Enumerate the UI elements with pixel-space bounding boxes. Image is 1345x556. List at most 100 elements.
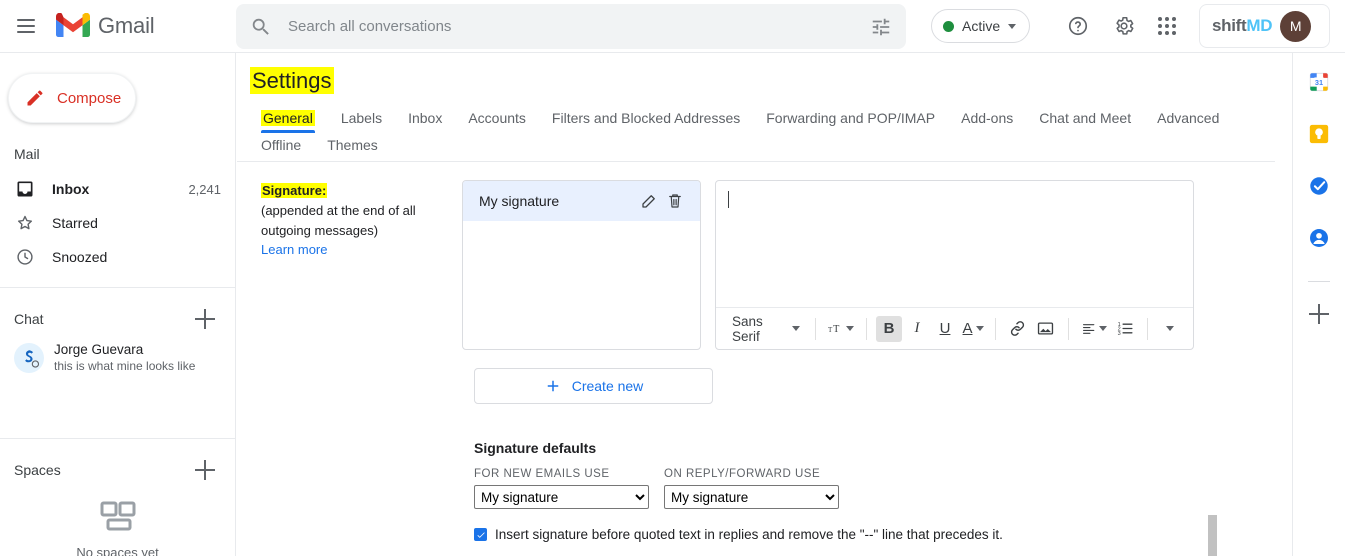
tab-themes[interactable]: Themes: [314, 133, 391, 161]
new-emails-caption: FOR NEW EMAILS USE: [474, 468, 610, 481]
tab-inbox[interactable]: Inbox: [395, 104, 455, 133]
vertical-scrollbar[interactable]: [1208, 515, 1217, 556]
chevron-down-icon: [846, 326, 855, 332]
inbox-count: 2,241: [188, 181, 221, 197]
create-new-signature-button[interactable]: Create new: [474, 368, 713, 405]
signature-editor-area: My signature Sans Serif T T B I U A 1 2 …: [462, 180, 1194, 351]
sidebar-divider-1: [0, 287, 235, 288]
align-button[interactable]: [1078, 316, 1110, 342]
tab-add-ons[interactable]: Add-ons: [948, 104, 1026, 133]
compose-label: Compose: [57, 89, 122, 107]
numbered-list-icon: 1 2 3: [1117, 322, 1133, 337]
settings-content: Signature: (appended at the end of all o…: [237, 162, 1275, 542]
image-icon: [1038, 322, 1054, 335]
google-tasks-icon[interactable]: [1308, 175, 1330, 197]
italic-label: I: [914, 320, 920, 337]
insert-image-button[interactable]: [1033, 316, 1059, 342]
text-color-label: A: [962, 320, 973, 338]
signature-editor-box: Sans Serif T T B I U A 1 2 3: [715, 180, 1194, 351]
tab-filters-and-blocked-addresses[interactable]: Filters and Blocked Addresses: [539, 104, 753, 133]
delete-signature-button[interactable]: [662, 188, 688, 214]
new-emails-signature-select[interactable]: My signature: [474, 485, 649, 510]
google-keep-icon[interactable]: [1308, 123, 1330, 145]
reply-forward-column: ON REPLY/FORWARD USE My signature: [664, 468, 839, 510]
top-bar: Gmail Active: [0, 0, 1345, 52]
tab-labels[interactable]: Labels: [328, 104, 395, 133]
text-cursor: [728, 191, 729, 209]
tab-offline[interactable]: Offline: [250, 133, 314, 161]
google-apps-button[interactable]: [1151, 10, 1183, 42]
signature-defaults-section: Signature defaults FOR NEW EMAILS USE My…: [474, 440, 1262, 542]
more-options-icon: [1165, 326, 1174, 332]
tab-chat-and-meet[interactable]: Chat and Meet: [1026, 104, 1144, 133]
svg-text:3: 3: [1117, 331, 1120, 337]
toolbar-separator: [866, 317, 867, 340]
tab-advanced[interactable]: Advanced: [1144, 104, 1232, 133]
toolbar-separator: [1147, 317, 1148, 340]
sidebar-item-starred[interactable]: Starred: [0, 207, 235, 239]
google-calendar-icon[interactable]: 31: [1308, 71, 1330, 93]
numbered-list-button[interactable]: 1 2 3: [1112, 316, 1138, 342]
settings-tabs: General Labels Inbox Accounts Filters an…: [237, 104, 1275, 163]
more-formatting-options-button[interactable]: [1157, 316, 1183, 342]
avatar[interactable]: M: [1280, 10, 1312, 42]
edit-signature-button[interactable]: [636, 188, 662, 214]
inbox-icon: [14, 179, 36, 199]
chat-avatar: [14, 342, 44, 373]
chevron-down-icon: [1099, 326, 1108, 332]
search-input[interactable]: [286, 17, 870, 36]
search-bar[interactable]: [236, 4, 906, 49]
shiftmd-wordmark: shiftMD: [1212, 16, 1273, 36]
tab-accounts[interactable]: Accounts: [455, 104, 539, 133]
sidebar-item-snoozed[interactable]: Snoozed: [0, 241, 235, 273]
signature-label: Signature:: [261, 183, 328, 199]
chevron-down-icon: [791, 326, 800, 332]
status-indicator-dot: [943, 20, 954, 32]
add-chat-button[interactable]: [195, 309, 215, 329]
compose-button[interactable]: Compose: [8, 73, 136, 123]
main-menu-icon[interactable]: [6, 6, 46, 46]
tune-icon[interactable]: [870, 16, 892, 38]
insert-link-button[interactable]: [1005, 316, 1031, 342]
link-icon: [1011, 321, 1025, 337]
chat-contact-name: Jorge Guevara: [54, 342, 144, 357]
learn-more-link[interactable]: Learn more: [261, 242, 327, 257]
tab-general[interactable]: General: [250, 104, 328, 134]
text-color-button[interactable]: A: [960, 316, 986, 342]
clock-icon: [14, 247, 36, 267]
gmail-brand[interactable]: Gmail: [56, 12, 155, 39]
sidebar-item-inbox[interactable]: Inbox 2,241: [0, 173, 235, 205]
spaces-empty-icon: [100, 501, 135, 531]
page-title-wrap: Settings: [237, 53, 1275, 95]
insert-signature-checkbox[interactable]: [474, 528, 487, 542]
svg-text:T: T: [833, 324, 840, 335]
font-size-button[interactable]: T T: [825, 316, 857, 342]
gmail-logo-text: Gmail: [98, 13, 155, 38]
wordmark-first: shift: [1212, 16, 1247, 35]
chevron-down-icon: [1008, 23, 1017, 29]
font-family-dropdown[interactable]: Sans Serif: [726, 310, 806, 348]
status-dropdown[interactable]: Active: [931, 9, 1031, 43]
signature-list-item[interactable]: My signature: [463, 181, 700, 222]
account-box[interactable]: shiftMD M: [1199, 4, 1330, 48]
signature-text-editor[interactable]: [716, 181, 1193, 307]
gmail-settings-page: Gmail Active: [0, 0, 1345, 556]
bold-button[interactable]: B: [876, 315, 902, 342]
reply-forward-signature-select[interactable]: My signature: [664, 485, 839, 510]
rail-divider: [1308, 281, 1330, 282]
google-contacts-icon[interactable]: [1308, 227, 1330, 249]
underline-button[interactable]: U: [932, 316, 958, 342]
sidebar-item-label: Inbox: [52, 181, 90, 197]
tab-forwarding-and-pop-imap[interactable]: Forwarding and POP/IMAP: [753, 104, 948, 133]
list-item[interactable]: Jorge Guevara this is what mine looks li…: [0, 336, 235, 380]
add-space-button[interactable]: [195, 459, 215, 480]
help-button[interactable]: [1062, 10, 1094, 42]
signature-edit-column: Sans Serif T T B I U A 1 2 3: [715, 180, 1194, 351]
chat-item-texts: Jorge Guevara this is what mine looks li…: [54, 342, 195, 374]
underline-label: U: [939, 320, 951, 338]
italic-button[interactable]: I: [904, 316, 930, 342]
new-emails-column: FOR NEW EMAILS USE My signature: [474, 468, 649, 510]
bold-label: B: [883, 320, 895, 338]
settings-button[interactable]: [1108, 10, 1140, 42]
add-apps-button[interactable]: [1309, 304, 1329, 324]
